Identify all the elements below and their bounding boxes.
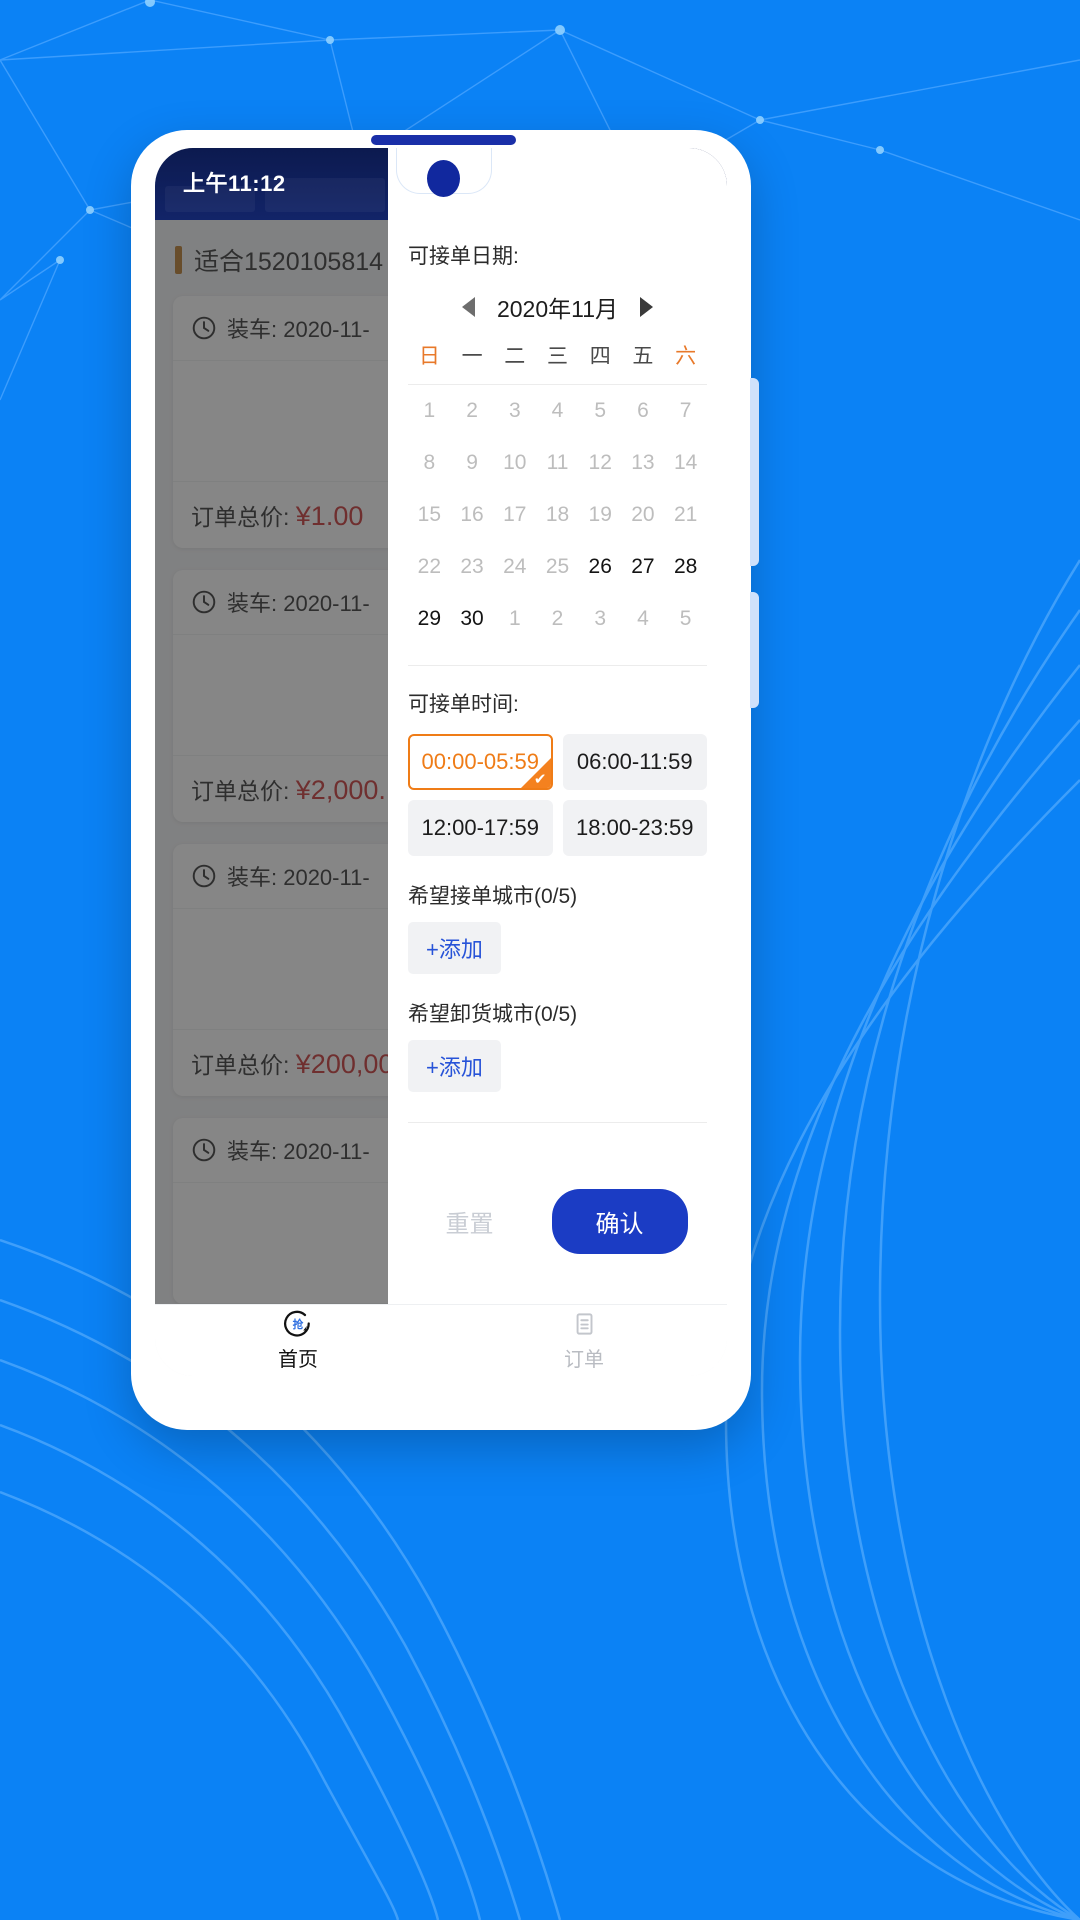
divider: [408, 665, 707, 666]
calendar-day-cell: 2: [466, 399, 478, 422]
calendar-day-cell: 21: [673, 503, 698, 526]
pickup-city-section: 希望接单城市(0/5) +添加: [408, 880, 707, 974]
confirm-button[interactable]: 确认: [551, 1189, 688, 1254]
time-slot-label: 18:00-23:59: [576, 815, 694, 840]
time-slot-group[interactable]: 00:00-05:59 ✔ 06:00-11:59 12:00-17:59 18:00-…: [408, 734, 707, 856]
calendar-day-cell: 7: [679, 399, 692, 422]
tab-orders[interactable]: 订单: [441, 1305, 727, 1376]
weekday-label: 六: [675, 345, 697, 368]
calendar-weekday-row: 日 一 二 三 四 五 六: [408, 330, 707, 385]
weekday-label: 日: [418, 345, 440, 368]
calendar-day-cell: 8: [423, 451, 436, 474]
calendar-day-cell: 20: [631, 503, 655, 526]
calendar-day-cell: 22: [417, 555, 442, 578]
calendar-day-cell: 25: [545, 555, 570, 578]
calendar-day-cell: 14: [673, 451, 698, 474]
add-pickup-city-button[interactable]: +添加: [408, 922, 501, 974]
calendar-day-cell: 13: [631, 451, 655, 474]
calendar-day-cell: 5: [594, 399, 607, 422]
calendar-day-cell: 23: [460, 555, 484, 578]
order-list-icon: [576, 1313, 593, 1335]
chevron-right-icon[interactable]: [640, 297, 654, 317]
tab-home[interactable]: 抢 首页: [155, 1305, 441, 1376]
phone-device: 上午11:12 适合1520105814 装车: 2020-11-: [131, 130, 759, 1430]
reset-button[interactable]: 重置: [428, 1196, 512, 1247]
tab-home-label: 首页: [278, 1349, 318, 1371]
power-button[interactable]: [750, 592, 759, 708]
calendar-header: 2020年11月: [408, 290, 707, 324]
calendar-day-cell: 24: [503, 555, 527, 578]
weekday-label: 五: [632, 345, 654, 368]
calendar-day-cell: 15: [417, 503, 442, 526]
grab-order-icon: 抢: [284, 1310, 310, 1337]
time-slot-option[interactable]: 06:00-11:59: [562, 734, 707, 790]
weekday-label: 三: [546, 345, 568, 368]
date-section-label: 可接单日期:: [408, 245, 519, 268]
front-camera-icon: [427, 160, 460, 197]
calendar-week-row: 1 2 3 4 5 6 7: [408, 385, 707, 437]
calendar-day-cell: 4: [637, 607, 649, 630]
time-slot-option[interactable]: 12:00-17:59: [408, 800, 553, 856]
svg-text:抢: 抢: [293, 1318, 304, 1331]
calendar-day-cell: 11: [546, 451, 569, 474]
calendar-day-cell[interactable]: 29: [408, 607, 451, 631]
calendar-day-cell: 6: [637, 399, 649, 422]
calendar-day-cell: 9: [466, 451, 478, 474]
weekday-label: 一: [461, 345, 483, 368]
sheet-actions: 重置 确认: [408, 1189, 707, 1254]
calendar-day-cell: 3: [508, 399, 521, 422]
calendar-day-cell: 1: [423, 399, 436, 422]
weekday-label: 四: [589, 345, 611, 368]
time-slot-label: 06:00-11:59: [576, 749, 693, 774]
calendar-day-cell[interactable]: 28: [664, 555, 707, 579]
time-slot-option[interactable]: 00:00-05:59 ✔: [408, 734, 553, 790]
check-icon: ✔: [533, 771, 547, 788]
phone-screen: 上午11:12 适合1520105814 装车: 2020-11-: [155, 148, 727, 1376]
calendar-day-cell: 10: [503, 451, 527, 474]
calendar-day-cell: 16: [460, 503, 484, 526]
calendar-day-cell: 18: [545, 503, 570, 526]
calendar-week-row: 22 23 24 25 26 27 28: [408, 541, 707, 593]
filter-sheet: 可接单日期: 2020年11月 日 一 二 三 四 五 六 1234567891…: [388, 148, 727, 1376]
dropoff-city-section: 希望卸货城市(0/5) +添加: [408, 998, 707, 1092]
weekday-label: 二: [504, 345, 526, 368]
status-bar-clock: 上午11:12: [183, 171, 286, 196]
calendar-day-cell: 3: [594, 607, 607, 630]
calendar-day-cell[interactable]: 26: [579, 555, 622, 579]
speaker-bar: [371, 135, 516, 145]
bottom-tab-bar: 抢 首页 订单: [155, 1304, 727, 1376]
pickup-city-label: 希望接单城市(0/5): [408, 885, 578, 908]
calendar-day-cell: 4: [551, 399, 564, 422]
tab-orders-label: 订单: [564, 1349, 604, 1371]
calendar-week-row: 8 9 10 11 12 13 14: [408, 437, 707, 489]
time-section-label: 可接单时间:: [408, 693, 519, 716]
dropoff-city-label: 希望卸货城市(0/5): [408, 1003, 578, 1026]
calendar-week-row: 29 30 1 2 3 4 5: [408, 593, 707, 645]
calendar-day-cell: 19: [588, 503, 612, 526]
calendar-grid[interactable]: 1 2 3 4 5 6 7 8 9 10 11 12 13 14 15 16 17 18 19 20 21 22 23 24 2…: [408, 385, 707, 653]
calendar-day-cell[interactable]: 27: [622, 555, 665, 579]
time-slot-option[interactable]: 18:00-23:59: [562, 800, 707, 856]
calendar-day-cell: 12: [588, 451, 612, 474]
calendar-day-cell: 5: [679, 607, 692, 630]
calendar-title: 2020年11月: [496, 296, 619, 322]
divider: [408, 1122, 707, 1123]
calendar-day-cell: 1: [508, 607, 521, 630]
calendar-week-row: 15 16 17 18 19 20 21: [408, 489, 707, 541]
calendar-day-cell: 17: [503, 503, 527, 526]
calendar-day-cell[interactable]: 30: [451, 607, 494, 631]
volume-button[interactable]: [750, 378, 759, 566]
add-dropoff-city-button[interactable]: +添加: [408, 1040, 501, 1092]
calendar-day-cell: 2: [551, 607, 564, 630]
time-slot-label: 12:00-17:59: [421, 815, 539, 840]
chevron-left-icon[interactable]: [461, 297, 475, 317]
